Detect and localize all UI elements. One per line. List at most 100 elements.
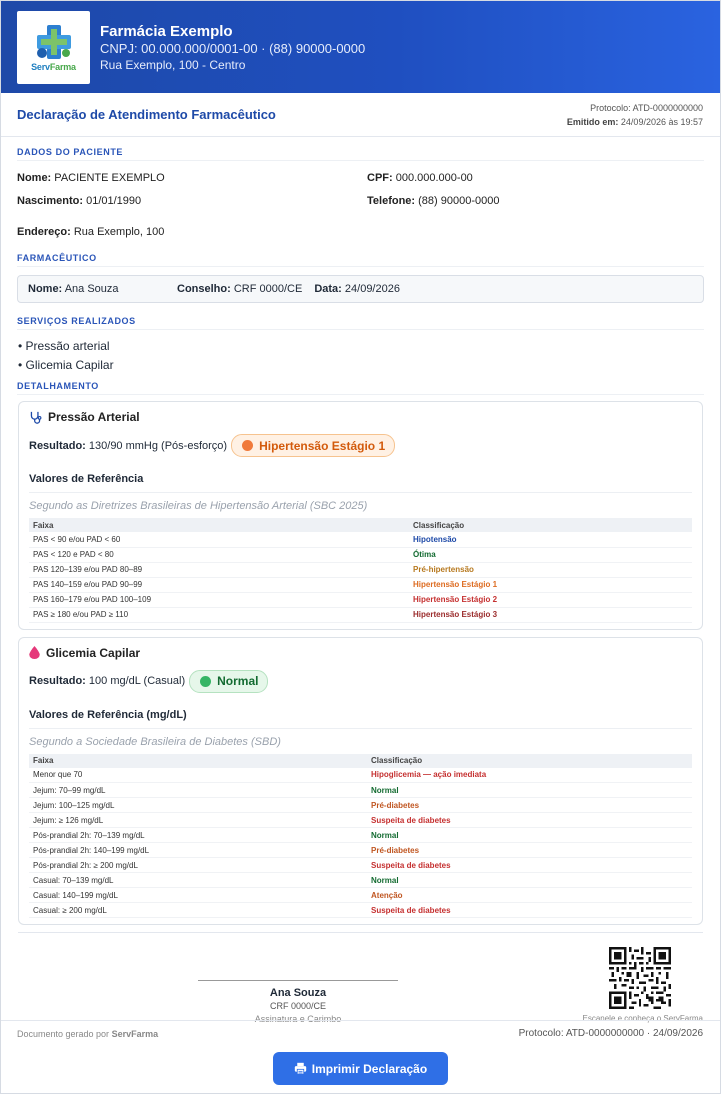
- table-row: Pós-prandial 2h: 140–199 mg/dL Pré-diabet…: [29, 842, 692, 858]
- table-row: Menor que 70 Hipoglicemia — ação imediata: [29, 767, 692, 783]
- range-cell: Pós-prandial 2h: 70–139 mg/dL: [29, 827, 367, 843]
- patient-address: Endereço: Rua Exemplo, 100: [17, 226, 165, 238]
- classification-cell: Suspeita de diabetes: [367, 812, 692, 828]
- document-footer: Documento gerado por ServFarma Protocolo…: [1, 1020, 720, 1046]
- pharmacy-cross-logo-icon: [36, 24, 71, 59]
- section-pharmacist-heading: FARMACÊUTICO: [17, 253, 704, 267]
- blood-pressure-result: Resultado: 130/90 mmHg (Pós-esforço) Hip…: [29, 434, 692, 457]
- table-row: PAS 120–139 e/ou PAD 80–89 Pré-hipertensã…: [29, 562, 692, 578]
- glucose-card: Glicemia Capilar Resultado: 100 mg/dL (C…: [18, 636, 703, 925]
- classification-cell: Hipoglicemia — ação imediata: [367, 767, 692, 783]
- blood-pressure-title: Pressão Arterial: [29, 410, 692, 424]
- logo-wordmark: ServFarma: [31, 61, 76, 72]
- patient-name: Nome: PACIENTE EXEMPLO: [17, 172, 165, 184]
- signer-name: Ana Souza: [269, 987, 327, 999]
- range-cell: PAS 120–139 e/ou PAD 80–89: [29, 562, 409, 578]
- classification-cell: Normal: [367, 782, 692, 798]
- qr-code-icon[interactable]: [609, 947, 671, 1009]
- patient-phone: Telefone: (88) 90000-0000: [367, 195, 500, 207]
- service-item: • Glicemia Capilar: [18, 358, 114, 372]
- table-row: Casual: 70–139 mg/dL Normal: [29, 872, 692, 888]
- classification-cell: Suspeita de diabetes: [367, 857, 692, 873]
- col-range: Faixa: [29, 518, 409, 532]
- classification-cell: Normal: [367, 872, 692, 888]
- table-row: Jejum: 70–99 mg/dL Normal: [29, 782, 692, 798]
- range-cell: Casual: 140–199 mg/dL: [29, 887, 367, 903]
- pharmacist-council: Conselho: CRF 0000/CE: [177, 283, 303, 295]
- protocol-number: Protocolo: ATD-0000000000: [590, 102, 703, 113]
- section-patient-heading: DADOS DO PACIENTE: [17, 147, 704, 161]
- table-row: PAS ≥ 180 e/ou PAD ≥ 110 Hipertensão Está…: [29, 607, 692, 623]
- classification-cell: Pré-diabetes: [367, 842, 692, 858]
- declaration-page: ServFarma Farmácia Exemplo CNPJ: 00.000.…: [0, 0, 721, 1094]
- table-row: Casual: 140–199 mg/dL Atenção: [29, 887, 692, 903]
- table-row: PAS < 90 e/ou PAD < 60 Hipotensão: [29, 532, 692, 548]
- range-cell: Casual: ≥ 200 mg/dL: [29, 902, 367, 918]
- status-dot-icon: [242, 440, 254, 451]
- col-class: Classificação: [409, 518, 692, 532]
- protocol-info: Protocolo: ATD-0000000000 Emitido em: 24…: [567, 101, 703, 129]
- table-row: Jejum: ≥ 126 mg/dL Suspeita de diabetes: [29, 812, 692, 828]
- table-row: Pós-prandial 2h: 70–139 mg/dL Normal: [29, 827, 692, 843]
- range-cell: PAS 140–159 e/ou PAD 90–99: [29, 577, 409, 593]
- glucose-reference-source: Segundo a Sociedade Brasileira de Diabet…: [29, 735, 281, 748]
- classification-cell: Pré-diabetes: [367, 797, 692, 813]
- glucose-title: Glicemia Capilar: [29, 646, 692, 660]
- blood-pressure-status-badge: Hipertensão Estágio 1: [231, 434, 396, 457]
- classification-cell: Suspeita de diabetes: [367, 902, 692, 918]
- classification-cell: Hipotensão: [409, 532, 692, 548]
- footer-protocol: Protocolo: ATD-0000000000 · 24/09/2026: [518, 1028, 703, 1039]
- signer-crf: CRF 0000/CE: [269, 1001, 327, 1011]
- range-cell: Jejum: ≥ 126 mg/dL: [29, 812, 367, 828]
- section-services-heading: SERVIÇOS REALIZADOS: [17, 316, 704, 330]
- print-declaration-button[interactable]: Imprimir Declaração: [273, 1052, 448, 1085]
- range-cell: Pós-prandial 2h: 140–199 mg/dL: [29, 842, 367, 858]
- pharmacist-name: Nome: Ana Souza: [28, 283, 119, 295]
- range-cell: Jejum: 100–125 mg/dL: [29, 797, 367, 813]
- classification-cell: Normal: [367, 827, 692, 843]
- bp-reference-table: Faixa Classificação PAS < 90 e/ou PAD < …: [29, 518, 692, 623]
- table-row: Casual: ≥ 200 mg/dL Suspeita de diabetes: [29, 902, 692, 918]
- range-cell: Menor que 70: [29, 767, 367, 783]
- glucose-reference-title: Valores de Referência (mg/dL): [29, 709, 692, 729]
- glucose-status-badge: Normal: [189, 669, 269, 693]
- patient-cpf: CPF: 000.000.000-00: [367, 172, 473, 184]
- patient-data: Nome: PACIENTE EXEMPLO CPF: 000.000.000-…: [1, 161, 720, 253]
- classification-cell: Hipertensão Estágio 1: [409, 577, 692, 593]
- printer-icon: [294, 1062, 307, 1075]
- col-range: Faixa: [29, 753, 367, 768]
- pharmacist-box: Nome: Ana Souza Conselho: CRF 0000/CE Da…: [17, 275, 704, 303]
- col-class: Classificação: [367, 753, 692, 768]
- range-cell: Jejum: 70–99 mg/dL: [29, 782, 367, 798]
- document-title: Declaração de Atendimento Farmacêutico: [17, 107, 276, 122]
- pharmacy-header: ServFarma Farmácia Exemplo CNPJ: 00.000.…: [1, 1, 720, 93]
- stethoscope-icon: [29, 411, 42, 424]
- services-list: • Pressão arterial • Glicemia Capilar: [1, 330, 720, 375]
- range-cell: PAS < 90 e/ou PAD < 60: [29, 532, 409, 548]
- classification-cell: Ótima: [409, 547, 692, 563]
- table-row: PAS 160–179 e/ou PAD 100–109 Hipertensão …: [29, 592, 692, 608]
- range-cell: PAS < 120 e PAD < 80: [29, 547, 409, 563]
- classification-cell: Hipertensão Estágio 3: [409, 607, 692, 623]
- range-cell: Casual: 70–139 mg/dL: [29, 872, 367, 888]
- signature-area: Ana Souza CRF 0000/CE Assinatura e Carim…: [18, 932, 703, 1034]
- glucose-reference-table: Faixa Classificação Menor que 70 Hipoglic…: [29, 753, 692, 918]
- classification-cell: Hipertensão Estágio 2: [409, 592, 692, 608]
- blood-drop-icon: [29, 646, 40, 659]
- emitted-at: Emitido em: 24/09/2026 às 19:57: [566, 116, 703, 127]
- document-titlebar: Declaração de Atendimento Farmacêutico P…: [1, 93, 720, 137]
- service-item: • Pressão arterial: [18, 339, 110, 353]
- section-details-heading: DETALHAMENTO: [17, 381, 704, 395]
- attendance-date: Data: 24/09/2026: [314, 283, 400, 295]
- pharmacy-cnpj: CNPJ: 00.000.000/0001-00 · (88) 90000-00…: [100, 40, 366, 56]
- glucose-result: Resultado: 100 mg/dL (Casual) Normal: [29, 669, 692, 693]
- pharmacy-logo: ServFarma: [17, 10, 90, 84]
- patient-birth: Nascimento: 01/01/1990: [17, 195, 142, 207]
- table-row: PAS 140–159 e/ou PAD 90–99 Hipertensão Es…: [29, 577, 692, 593]
- range-cell: PAS 160–179 e/ou PAD 100–109: [29, 592, 409, 608]
- classification-cell: Pré-hipertensão: [409, 562, 692, 578]
- table-row: Pós-prandial 2h: ≥ 200 mg/dL Suspeita de …: [29, 857, 692, 873]
- range-cell: PAS ≥ 180 e/ou PAD ≥ 110: [29, 607, 409, 623]
- bp-reference-title: Valores de Referência: [29, 473, 692, 493]
- pharmacy-name: Farmácia Exemplo: [100, 22, 233, 40]
